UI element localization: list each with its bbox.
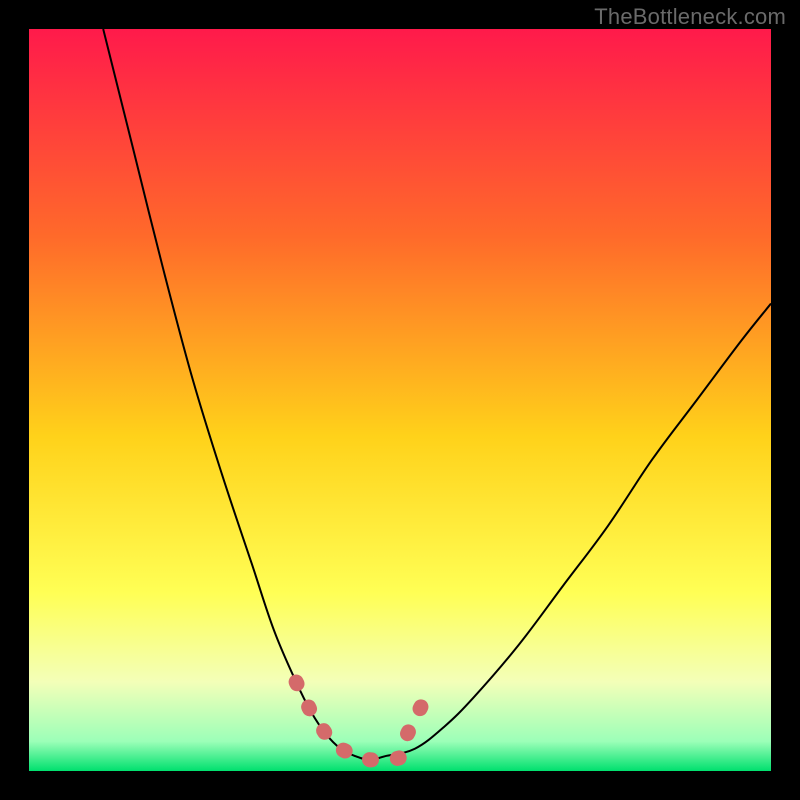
watermark-text: TheBottleneck.com: [594, 4, 786, 30]
gradient-background: [29, 29, 771, 771]
chart-svg: [29, 29, 771, 771]
chart-frame: TheBottleneck.com: [0, 0, 800, 800]
plot-area: [29, 29, 771, 771]
